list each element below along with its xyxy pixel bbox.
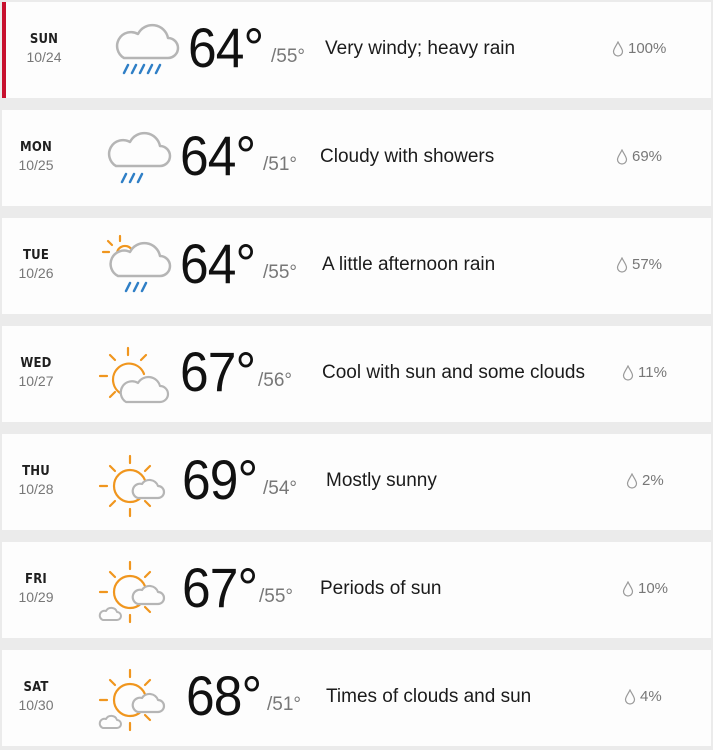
forecast-description: Cool with sun and some clouds <box>322 362 585 383</box>
sun-clouds-icon <box>98 560 166 624</box>
high-temp: 69° <box>182 448 258 511</box>
precip-chance: 100% <box>612 40 666 57</box>
forecast-card-sat[interactable]: SAT 10/30 68° /51° Times of clouds and s… <box>2 650 711 746</box>
high-temp: 64° <box>180 124 256 187</box>
day-of-week: WED <box>20 356 52 371</box>
precip-value: 10% <box>638 580 669 597</box>
raindrop-icon <box>622 364 634 381</box>
partly-sunny-icon <box>98 346 170 404</box>
day-of-week: TUE <box>22 248 50 263</box>
precip-chance: 4% <box>624 688 662 705</box>
cloud-rain-icon <box>107 131 172 184</box>
high-temp: 67° <box>180 340 256 403</box>
precip-value: 57% <box>632 256 663 273</box>
day-block: THU 10/28 <box>6 464 66 498</box>
raindrop-icon <box>616 148 628 165</box>
low-temp: /51° <box>263 154 298 175</box>
raindrop-icon <box>626 472 638 489</box>
date: 10/26 <box>18 265 54 281</box>
day-of-week: THU <box>22 464 50 479</box>
sun-clouds-icon <box>98 668 166 732</box>
day-of-week: SAT <box>23 680 49 695</box>
precip-value: 11% <box>638 364 667 381</box>
rain-heavy-icon <box>115 23 180 75</box>
day-of-week: MON <box>20 140 52 155</box>
high-temp: 64° <box>188 16 264 79</box>
day-block: SUN 10/24 <box>14 32 74 66</box>
forecast-card-wed[interactable]: WED 10/27 67° /56° Cool with sun and som… <box>2 326 711 422</box>
forecast-description: Cloudy with showers <box>320 146 495 167</box>
raindrop-icon <box>622 580 634 597</box>
mostly-sunny-icon <box>98 454 166 518</box>
forecast-card-fri[interactable]: FRI 10/29 67° /55° Periods of sun 10% <box>2 542 711 638</box>
day-of-week: SUN <box>29 32 59 47</box>
raindrop-icon <box>616 256 628 273</box>
forecast-card-thu[interactable]: THU 10/28 69° /54° Mostly sunny 2% <box>2 434 711 530</box>
low-temp: /55° <box>259 586 294 607</box>
precip-value: 2% <box>642 472 664 489</box>
sun-cloud-rain-icon <box>101 234 172 293</box>
precip-value: 4% <box>640 688 662 705</box>
forecast-card-tue[interactable]: TUE 10/26 64° /55° A little afternoon ra… <box>2 218 711 314</box>
forecast-description: A little afternoon rain <box>322 254 496 275</box>
daily-forecast-list: SUN 10/24 64° /55° Very windy; heavy rai… <box>0 0 713 750</box>
precip-chance: 10% <box>622 580 668 597</box>
high-temp: 67° <box>182 556 258 619</box>
forecast-description: Times of clouds and sun <box>326 686 532 707</box>
raindrop-icon <box>612 40 624 57</box>
raindrop-icon <box>624 688 636 705</box>
low-temp: /54° <box>263 478 298 499</box>
day-block: WED 10/27 <box>6 356 66 390</box>
day-block: FRI 10/29 <box>6 572 66 606</box>
high-temp: 64° <box>180 232 256 295</box>
date: 10/24 <box>26 49 62 65</box>
low-temp: /56° <box>258 370 293 391</box>
date: 10/27 <box>18 373 54 389</box>
forecast-description: Mostly sunny <box>326 470 437 491</box>
forecast-description: Very windy; heavy rain <box>325 38 516 59</box>
low-temp: /51° <box>267 694 302 715</box>
forecast-card-sun[interactable]: SUN 10/24 64° /55° Very windy; heavy rai… <box>2 2 711 98</box>
precip-chance: 2% <box>626 472 664 489</box>
precip-value: 100% <box>628 40 667 57</box>
date: 10/29 <box>18 589 54 605</box>
precip-chance: 57% <box>616 256 662 273</box>
date: 10/25 <box>18 157 54 173</box>
precip-chance: 11% <box>622 364 667 381</box>
precip-value: 69% <box>632 148 663 165</box>
day-block: SAT 10/30 <box>6 680 66 714</box>
forecast-description: Periods of sun <box>320 578 442 599</box>
low-temp: /55° <box>263 262 298 283</box>
precip-chance: 69% <box>616 148 662 165</box>
low-temp: /55° <box>271 46 306 67</box>
date: 10/30 <box>18 697 54 713</box>
forecast-card-mon[interactable]: MON 10/25 64° /51° Cloudy with showers 6… <box>2 110 711 206</box>
date: 10/28 <box>18 481 54 497</box>
high-temp: 68° <box>186 664 262 727</box>
day-of-week: FRI <box>25 572 47 587</box>
day-block: MON 10/25 <box>6 140 66 174</box>
day-block: TUE 10/26 <box>6 248 66 282</box>
